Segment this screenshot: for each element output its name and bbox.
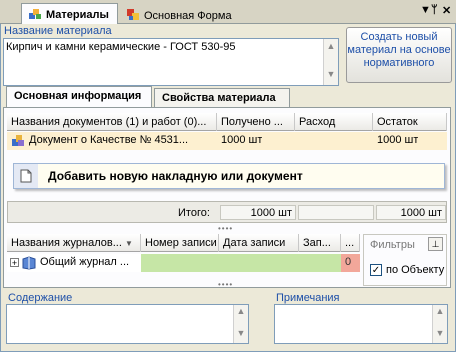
col-journal-name[interactable]: Названия журналов... ▼ xyxy=(7,234,141,252)
journal-name-cell: Общий журнал ... xyxy=(40,256,130,268)
totals-spent xyxy=(298,205,374,220)
documents-grid-header: Названия документов (1) и работ (0)... П… xyxy=(7,113,447,131)
content-label: Содержание xyxy=(8,292,73,304)
material-name-label: Название материала xyxy=(4,25,112,37)
doc-name-cell: Документ о Качестве № 4531... xyxy=(29,134,189,146)
splitter-grip[interactable]: •••• xyxy=(218,224,233,233)
content-scrollbar[interactable]: ▲ ▼ xyxy=(233,305,248,343)
pin-filters-icon[interactable]: ⊥ xyxy=(428,237,443,251)
material-name-field[interactable]: Кирпич и камни керамические - ГОСТ 530-9… xyxy=(3,38,339,86)
document-icon xyxy=(11,134,25,148)
new-document-icon xyxy=(20,169,32,183)
col-more[interactable]: ... xyxy=(341,234,360,252)
materials-icon xyxy=(28,7,42,21)
table-row[interactable]: Документ о Качестве № 4531... 1000 шт 10… xyxy=(7,132,447,150)
journal-icon xyxy=(22,256,36,270)
scroll-down-icon[interactable]: ▼ xyxy=(234,328,248,338)
create-material-button[interactable]: Создать новый материал на основе нормати… xyxy=(346,27,452,83)
totals-received: 1000 шт xyxy=(220,205,296,220)
journals-grid-header: Названия журналов... ▼ Номер записи Дата… xyxy=(7,234,360,252)
tab-main-form[interactable]: Основная Форма xyxy=(120,5,244,26)
splitter-grip-2[interactable]: •••• xyxy=(218,280,233,289)
material-name-value: Кирпич и камни керамические - ГОСТ 530-9… xyxy=(6,41,236,53)
journal-record-cell xyxy=(299,254,341,272)
journal-date-cell xyxy=(219,254,299,272)
scroll-up-icon[interactable]: ▲ xyxy=(433,306,447,316)
add-document-popup[interactable]: Добавить новую накладную или документ xyxy=(13,163,445,189)
menu-dropdown-icon[interactable]: ▼ xyxy=(420,4,431,16)
pin-icon[interactable]: ᛘ xyxy=(431,4,438,16)
form-icon xyxy=(126,8,140,22)
notes-scrollbar[interactable]: ▲ ▼ xyxy=(432,305,447,343)
col-journal-name-label: Названия журналов... xyxy=(11,237,122,249)
col-doc-name[interactable]: Названия документов (1) и работ (0)... xyxy=(7,113,217,131)
col-record-number[interactable]: Номер записи xyxy=(141,234,219,252)
by-object-checkbox[interactable]: ✓ xyxy=(370,264,382,276)
tab-material-properties[interactable]: Свойства материала xyxy=(154,88,290,108)
tab-basic-info[interactable]: Основная информация xyxy=(6,86,152,108)
notes-label: Примечания xyxy=(276,292,340,304)
tab-materials-label: Материалы xyxy=(46,9,109,21)
doc-remaining-cell: 1000 шт xyxy=(377,134,419,146)
close-icon[interactable]: ✕ xyxy=(442,4,451,17)
add-document-label: Добавить новую накладную или документ xyxy=(48,169,303,183)
totals-row: Итого: 1000 шт 1000 шт xyxy=(7,201,447,223)
notes-field[interactable]: ▲ ▼ xyxy=(274,304,448,344)
col-record[interactable]: Зап... xyxy=(299,234,341,252)
filters-title: Фильтры xyxy=(370,239,415,251)
totals-remaining: 1000 шт xyxy=(376,205,446,220)
content-field[interactable]: ▲ ▼ xyxy=(6,304,249,344)
totals-label: Итого: xyxy=(178,207,210,219)
journal-number-cell xyxy=(141,254,219,272)
list-item[interactable]: + Общий журнал ... 0 xyxy=(7,254,360,272)
doc-received-cell: 1000 шт xyxy=(221,134,263,146)
filters-panel: Фильтры ⊥ ✓ по Объекту xyxy=(363,234,447,286)
by-object-label: по Объекту xyxy=(386,264,445,276)
scroll-up-icon[interactable]: ▲ xyxy=(324,41,338,51)
scroll-down-icon[interactable]: ▼ xyxy=(433,328,447,338)
journal-count-cell: 0 xyxy=(341,254,360,272)
scroll-up-icon[interactable]: ▲ xyxy=(234,306,248,316)
scroll-down-icon[interactable]: ▼ xyxy=(324,69,338,79)
tab-materials[interactable]: Материалы xyxy=(21,3,118,24)
tab-main-form-label: Основная Форма xyxy=(144,10,232,22)
sort-dropdown-icon[interactable]: ▼ xyxy=(125,239,133,248)
col-record-date[interactable]: Дата записи xyxy=(219,234,299,252)
expand-icon[interactable]: + xyxy=(10,258,19,268)
col-remaining[interactable]: Остаток xyxy=(373,113,447,131)
col-received[interactable]: Получено ... xyxy=(217,113,295,131)
name-scrollbar[interactable]: ▲ ▼ xyxy=(323,39,338,85)
col-spent[interactable]: Расход xyxy=(295,113,373,131)
